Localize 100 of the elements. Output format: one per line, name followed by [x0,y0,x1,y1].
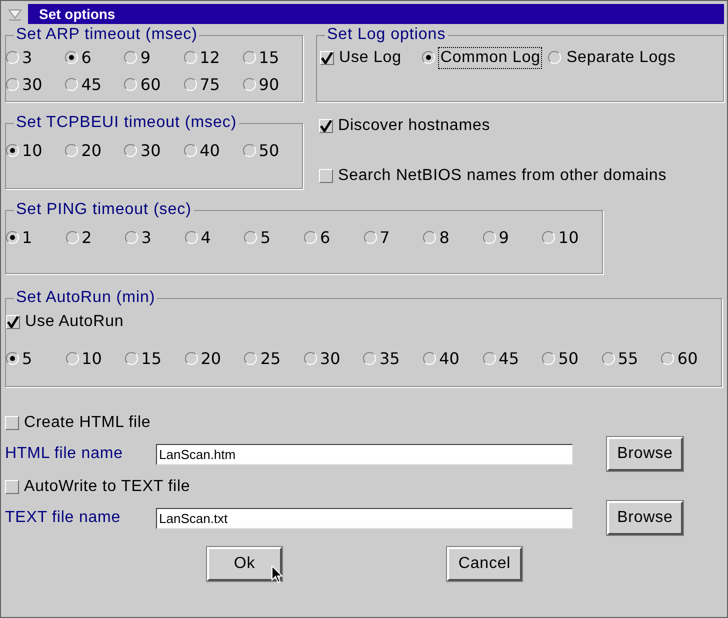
radio-button[interactable] [124,51,138,64]
group-title: Set TCPBEUI timeout (msec) [15,114,238,132]
radio-label: 55 [618,350,638,368]
radio-label: 7 [380,228,390,246]
radio-label: 3 [22,48,32,66]
radio-label: 40 [200,142,220,160]
dialog-button[interactable]: Browse [607,501,683,535]
radio-label: 3 [141,228,152,246]
radio-label: 6 [320,228,330,246]
mouse-cursor-icon [271,565,283,584]
radio-button[interactable] [542,352,556,365]
radio-button[interactable] [125,231,138,244]
radio-button[interactable] [66,231,79,244]
radio-label: 10 [82,350,102,368]
radio-label: 15 [258,48,280,66]
radio-label: 9 [498,228,509,246]
group-title: Set AutoRun (min) [15,289,156,307]
checkbox-label: Search NetBIOS names from other domains [338,167,667,185]
file-name-field[interactable]: LanScan.htm [156,444,573,464]
file-name-field[interactable]: LanScan.txt [156,508,573,528]
radio-label: Separate Logs [565,48,677,68]
radio-label: 30 [140,142,161,160]
radio-button[interactable] [6,78,19,91]
radio-button[interactable] [65,144,78,157]
radio-button[interactable] [244,231,258,244]
radio-label: 10 [558,228,579,246]
radio-button[interactable] [661,352,674,365]
radio-button[interactable] [66,352,79,365]
radio-button[interactable] [542,231,556,244]
radio-button[interactable] [244,352,258,365]
radio-button[interactable] [304,231,317,244]
radio-label: 20 [200,350,222,368]
radio-button[interactable] [65,78,78,91]
radio-button[interactable] [423,231,436,244]
radio-label: 5 [260,228,271,246]
radio-button[interactable] [602,352,615,365]
radio-label: 4 [200,228,211,246]
radio-button[interactable] [304,352,317,365]
radio-label: 50 [558,350,579,368]
radio-button[interactable] [184,231,198,244]
radio-button[interactable] [242,78,256,91]
dialog-button[interactable]: Cancel [447,547,522,581]
radio-label: 30 [22,76,42,94]
radio-label: 10 [22,142,42,160]
checkbox[interactable] [319,119,333,133]
radio-button[interactable] [482,231,496,244]
radio-button[interactable] [125,352,138,365]
radio-label: 12 [200,48,220,66]
radio-label: 15 [141,350,162,368]
radio-button[interactable] [124,144,138,157]
radio-label: 90 [258,76,280,94]
radio-button[interactable] [184,78,197,91]
radio-button[interactable] [6,352,19,365]
radio-button[interactable] [184,144,197,157]
group-title: Set Log options [326,26,447,44]
radio-button[interactable] [242,144,256,157]
radio-button[interactable] [184,51,197,64]
dialog-button[interactable]: Ok [207,547,282,581]
radio-button[interactable] [482,352,496,365]
radio-label: 8 [439,228,450,246]
radio-button[interactable] [548,51,562,64]
radio-button[interactable] [6,51,19,64]
radio-label: 40 [439,350,460,368]
radio-label: Common Log [438,46,542,68]
window-title: Set options [39,4,116,24]
field-label: HTML file name [5,444,124,464]
radio-label: 20 [81,142,102,160]
radio-button[interactable] [65,51,78,64]
radio-button[interactable] [184,352,198,365]
radio-label: 60 [677,350,698,368]
checkbox-label: AutoWrite to TEXT file [24,478,190,496]
checkbox-label: Create HTML file [24,414,151,432]
radio-button[interactable] [364,231,377,244]
radio-label: 2 [82,228,92,246]
radio-label: 35 [379,350,400,368]
radio-label: 75 [200,76,220,94]
group-title: Set ARP timeout (msec) [15,26,198,44]
radio-label: 5 [22,350,32,368]
checkbox-label: Use AutoRun [25,313,124,331]
radio-label: 30 [320,350,340,368]
checkbox-label: Use Log [339,48,402,66]
dialog-button[interactable]: Browse [607,437,683,471]
radio-button[interactable] [242,51,256,64]
radio-button[interactable] [6,144,19,157]
radio-button[interactable] [124,78,138,91]
radio-label: 9 [140,48,151,66]
radio-label: 1 [22,228,32,246]
group-title: Set PING timeout (sec) [15,201,192,219]
radio-label: 45 [498,350,520,368]
checkbox[interactable] [320,50,334,64]
radio-label: 25 [260,350,281,368]
radio-button[interactable] [422,51,436,64]
radio-button[interactable] [363,352,376,365]
radio-button[interactable] [6,231,19,244]
radio-button[interactable] [423,352,436,365]
radio-label: 45 [81,76,102,94]
radio-label: 6 [81,48,92,66]
checkbox-label: Discover hostnames [338,117,490,135]
checkbox[interactable] [6,315,20,329]
field-label: TEXT file name [5,508,122,528]
